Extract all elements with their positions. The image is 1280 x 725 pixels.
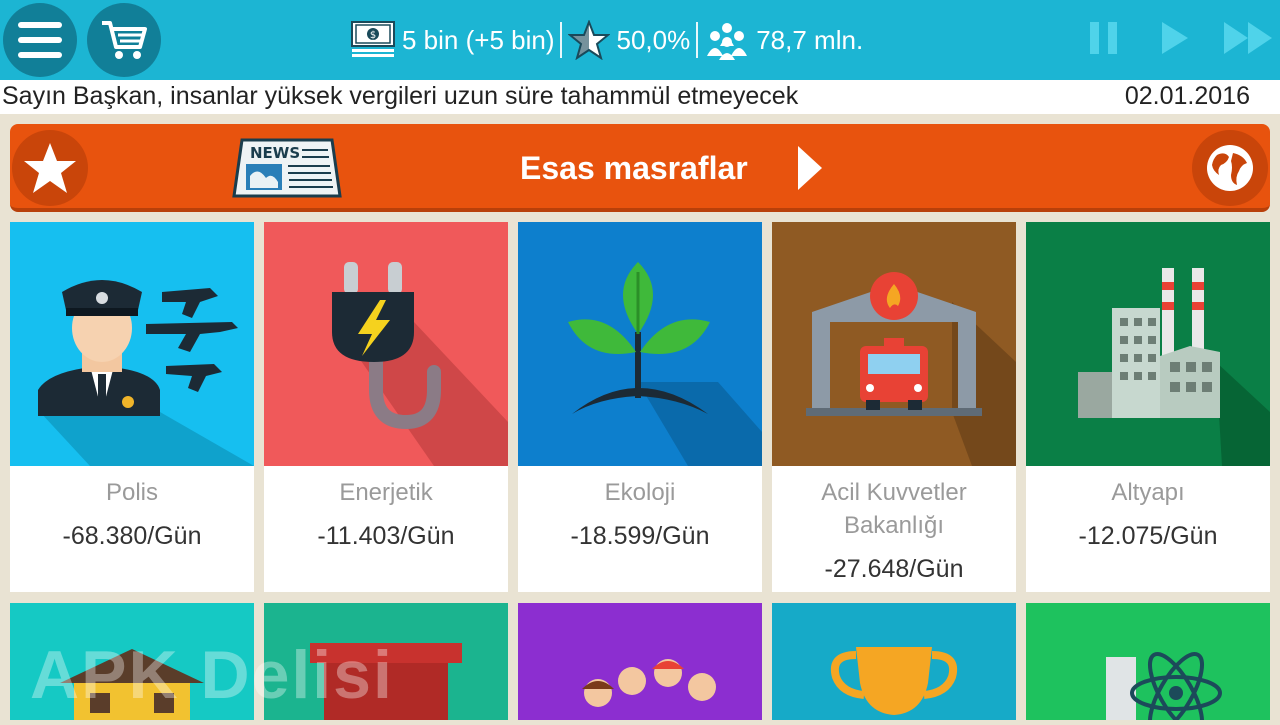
infrastructure-tile xyxy=(1026,222,1270,466)
trophy-icon xyxy=(831,647,957,715)
divider xyxy=(560,22,563,58)
police-officer-icon xyxy=(38,280,254,466)
top-bar: $ 5 bin (+5 bin) 50,0% 78,7 mln. xyxy=(0,0,1280,80)
category-card-energy[interactable]: Enerjetik -11.403/Gün xyxy=(264,222,508,592)
advisor-message: Sayın Başkan, insanlar yüksek vergileri … xyxy=(2,82,799,110)
rating-stat[interactable]: 50,0% xyxy=(568,20,690,60)
factory-icon xyxy=(1078,268,1270,466)
police-tile xyxy=(10,222,254,466)
star-icon xyxy=(568,20,611,60)
divider xyxy=(696,22,699,58)
news-button[interactable]: NEWS xyxy=(232,136,342,205)
menu-button[interactable] xyxy=(3,3,77,77)
message-bar: Sayın Başkan, insanlar yüksek vergileri … xyxy=(0,80,1280,114)
category-cost: -18.599/Gün xyxy=(570,522,710,550)
next-arrow-icon[interactable] xyxy=(796,144,824,192)
stats-bar: $ 5 bin (+5 bin) 50,0% 78,7 mln. xyxy=(350,0,863,80)
people-icon xyxy=(707,23,748,60)
shop-button[interactable] xyxy=(87,3,161,77)
emergency-tile xyxy=(772,222,1016,466)
category-name: Acil Kuvvetler Bakanlığı xyxy=(821,479,967,539)
money-value: 5 bin (+5 bin) xyxy=(402,24,555,55)
category-cost: -11.403/Gün xyxy=(317,522,455,550)
category-card-emergency[interactable]: Acil Kuvvetler Bakanlığı -27.648/Gün xyxy=(772,222,1016,592)
category-card-society[interactable] xyxy=(518,603,762,720)
crowd-icon xyxy=(582,659,716,707)
world-button[interactable] xyxy=(1192,130,1268,206)
category-cost: -27.648/Gün xyxy=(824,555,964,583)
category-name: Altyapı xyxy=(1111,479,1185,506)
favorites-button[interactable] xyxy=(12,130,88,206)
fast-forward-icon[interactable] xyxy=(1222,20,1274,56)
hamburger-icon xyxy=(18,22,62,58)
category-cost: -12.075/Gün xyxy=(1078,522,1218,550)
money-stat[interactable]: $ 5 bin (+5 bin) xyxy=(350,20,554,60)
category-cost: -68.380/Gün xyxy=(62,522,202,550)
population-value: 78,7 mln. xyxy=(756,24,864,55)
play-icon[interactable] xyxy=(1160,20,1190,56)
ecology-tile xyxy=(518,222,762,466)
energy-tile xyxy=(264,222,508,466)
section-title[interactable]: Esas masraflar xyxy=(520,150,748,187)
atom-icon xyxy=(1106,652,1222,725)
globe-icon xyxy=(1207,145,1253,191)
category-card-police[interactable]: Polis -68.380/Gün xyxy=(10,222,254,592)
shopping-cart-icon xyxy=(102,21,147,59)
news-label: NEWS xyxy=(250,144,300,162)
category-name: Polis xyxy=(105,479,159,506)
category-name: Enerjetik xyxy=(339,479,433,506)
watermark: APK Delisi xyxy=(30,637,394,713)
category-card-science[interactable] xyxy=(1026,603,1270,725)
game-date: 02.01.2016 xyxy=(1124,82,1250,110)
fire-station-icon xyxy=(806,272,1016,466)
category-name: Ekoloji xyxy=(604,479,676,506)
section-header: NEWS Esas masraflar xyxy=(10,124,1270,212)
plant-icon xyxy=(568,262,762,466)
category-card-sports[interactable] xyxy=(772,603,1016,720)
svg-text:$: $ xyxy=(370,30,376,41)
pause-icon[interactable] xyxy=(1088,20,1120,56)
rating-value: 50,0% xyxy=(616,24,691,55)
newspaper-icon: NEWS xyxy=(232,138,342,198)
power-plug-icon xyxy=(332,262,508,466)
star-icon xyxy=(24,143,76,193)
money-icon: $ xyxy=(351,21,395,57)
category-card-ecology[interactable]: Ekoloji -18.599/Gün xyxy=(518,222,762,592)
category-card-infrastructure[interactable]: Altyapı -12.075/Gün xyxy=(1026,222,1270,592)
population-stat[interactable]: 78,7 mln. xyxy=(704,20,863,60)
